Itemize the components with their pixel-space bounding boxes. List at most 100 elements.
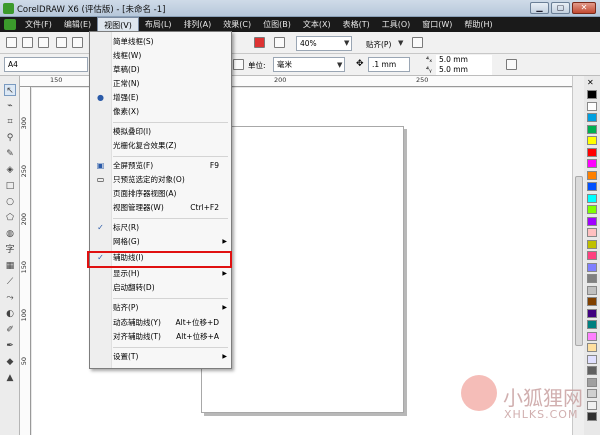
color-swatch[interactable] [587, 389, 597, 398]
parallel-dimension-icon[interactable]: ⟋ [4, 276, 16, 288]
units-select[interactable]: 毫米 [273, 57, 345, 72]
menu-item-simulate-overprint[interactable]: 模拟叠印(I) [90, 126, 231, 138]
zoom-dropdown-arrow-icon[interactable]: ▼ [344, 39, 349, 47]
color-swatch[interactable] [587, 343, 597, 352]
menu-arrange[interactable]: 排列(A) [178, 17, 218, 32]
menu-item-view-manager[interactable]: 视图管理器(W) Ctrl+F2 [90, 202, 231, 214]
menu-item-snap-to[interactable]: 贴齐(P) ▶ [90, 302, 231, 314]
color-swatch[interactable] [587, 101, 597, 111]
color-swatch[interactable] [587, 285, 597, 295]
color-swatch[interactable] [587, 274, 597, 283]
pick-tool-icon[interactable]: ↖ [4, 84, 16, 96]
outline-pen-icon[interactable]: ✒ [4, 340, 16, 352]
duplicate-distance-x-input[interactable]: 5.0 mm [436, 55, 492, 65]
color-swatch[interactable] [587, 205, 597, 214]
menu-item-rasterize-complex-effects[interactable]: 光栅化复合效果(Z) [90, 140, 231, 152]
shape-tool-icon[interactable]: ⌁ [4, 100, 16, 112]
nudge-distance-input[interactable]: .1 mm [368, 57, 410, 72]
page-size-select[interactable]: A4 [4, 57, 88, 72]
launcher-icon[interactable] [254, 37, 265, 48]
menu-window[interactable]: 窗口(W) [416, 17, 458, 32]
color-swatch[interactable] [587, 90, 597, 99]
menu-item-setup[interactable]: 设置(T) ▶ [90, 351, 231, 363]
menu-item-preview-selected-only[interactable]: ▭ 只预览选定的对象(O) [90, 174, 231, 186]
menu-edit[interactable]: 编辑(E) [58, 17, 97, 32]
welcome-screen-icon[interactable] [274, 37, 285, 48]
menu-bitmaps[interactable]: 位图(B) [257, 17, 297, 32]
menu-item-page-sorter-view[interactable]: 页面排序器视图(A) [90, 188, 231, 200]
menu-text[interactable]: 文本(X) [297, 17, 337, 32]
color-swatch[interactable] [587, 182, 597, 191]
new-document-icon[interactable] [6, 37, 17, 48]
save-icon[interactable] [38, 37, 49, 48]
color-swatch[interactable] [587, 331, 597, 341]
color-swatch[interactable] [587, 170, 597, 180]
duplicate-distance-y-input[interactable]: 5.0 mm [436, 65, 492, 75]
color-swatch[interactable] [587, 216, 597, 226]
color-swatch[interactable] [587, 193, 597, 203]
document-icon[interactable] [4, 19, 16, 30]
no-color-icon[interactable]: ✕ [587, 78, 594, 87]
smart-fill-icon[interactable]: ◈ [4, 164, 16, 176]
print-icon[interactable] [56, 37, 67, 48]
fill-tool-icon[interactable]: ◆ [4, 356, 16, 368]
zoom-tool-icon[interactable]: ⚲ [4, 132, 16, 144]
rectangle-tool-icon[interactable]: □ [4, 180, 16, 192]
freehand-tool-icon[interactable]: ✎ [4, 148, 16, 160]
color-swatch[interactable] [587, 366, 597, 375]
color-swatch[interactable] [587, 159, 597, 168]
options-gear-icon[interactable] [412, 37, 423, 48]
menu-item-show[interactable]: 显示(H) ▶ [90, 268, 231, 280]
menu-item-rulers[interactable]: ✓ 标尺(R) [90, 222, 231, 234]
table-tool-icon[interactable]: ▦ [4, 260, 16, 272]
restore-button[interactable]: ▢ [551, 2, 570, 14]
color-swatch[interactable] [587, 377, 597, 387]
menu-view[interactable]: 视图(V) [97, 17, 139, 32]
ellipse-tool-icon[interactable]: ○ [4, 196, 16, 208]
color-swatch[interactable] [587, 297, 597, 306]
menu-effects[interactable]: 效果(C) [217, 17, 257, 32]
snap-dropdown-arrow-icon[interactable]: ▼ [398, 39, 403, 47]
menu-item-pixels[interactable]: 像素(X) [90, 106, 231, 118]
basic-shapes-icon[interactable]: ◍ [4, 228, 16, 240]
color-swatch[interactable] [587, 320, 597, 329]
color-swatch[interactable] [587, 113, 597, 122]
snap-to-button[interactable]: 贴齐(P) [366, 39, 391, 50]
text-tool-icon[interactable]: 字 [4, 244, 16, 256]
interactive-fill-icon[interactable]: ▲ [4, 372, 16, 384]
menu-layout[interactable]: 布局(L) [139, 17, 178, 32]
color-swatch[interactable] [587, 412, 597, 421]
color-swatch[interactable] [587, 228, 597, 237]
menu-item-draft[interactable]: 草稿(D) [90, 64, 231, 76]
menu-item-simple-wireframe[interactable]: 简单线框(S) [90, 36, 231, 48]
connector-tool-icon[interactable]: ⤳ [4, 292, 16, 304]
menu-help[interactable]: 帮助(H) [458, 17, 498, 32]
menu-item-full-screen-preview[interactable]: ▣ 全屏预览(F) F9 [90, 160, 231, 172]
color-swatch[interactable] [587, 308, 597, 318]
color-swatch[interactable] [587, 147, 597, 157]
crop-tool-icon[interactable]: ⌗ [4, 116, 16, 128]
eyedropper-icon[interactable]: ✐ [4, 324, 16, 336]
open-icon[interactable] [22, 37, 33, 48]
close-button[interactable]: ✕ [572, 2, 596, 14]
menu-file[interactable]: 文件(F) [19, 17, 58, 32]
menu-item-grid[interactable]: 网格(G) ▶ [90, 236, 231, 248]
menu-item-normal[interactable]: 正常(N) [90, 78, 231, 90]
menu-item-enhanced[interactable]: ● 增强(E) [90, 92, 231, 104]
menu-item-enable-rollover[interactable]: 启动翻转(D) [90, 282, 231, 294]
cut-icon[interactable] [72, 37, 83, 48]
toggle-page-border-icon[interactable] [506, 59, 517, 70]
color-swatch[interactable] [587, 400, 597, 410]
color-swatch[interactable] [587, 239, 597, 249]
blend-tool-icon[interactable]: ◐ [4, 308, 16, 320]
minimize-button[interactable]: ▁ [530, 2, 549, 14]
polygon-tool-icon[interactable]: ⬠ [4, 212, 16, 224]
vertical-ruler[interactable]: 300 250 200 150 100 50 [20, 87, 31, 435]
color-swatch[interactable] [587, 136, 597, 145]
menu-item-wireframe[interactable]: 线框(W) [90, 50, 231, 62]
color-swatch[interactable] [587, 124, 597, 134]
menu-item-dynamic-guides[interactable]: 动态辅助线(Y) Alt+位移+D [90, 317, 231, 329]
landscape-icon[interactable] [233, 59, 244, 70]
menu-tools[interactable]: 工具(O) [376, 17, 417, 32]
color-swatch[interactable] [587, 354, 597, 364]
